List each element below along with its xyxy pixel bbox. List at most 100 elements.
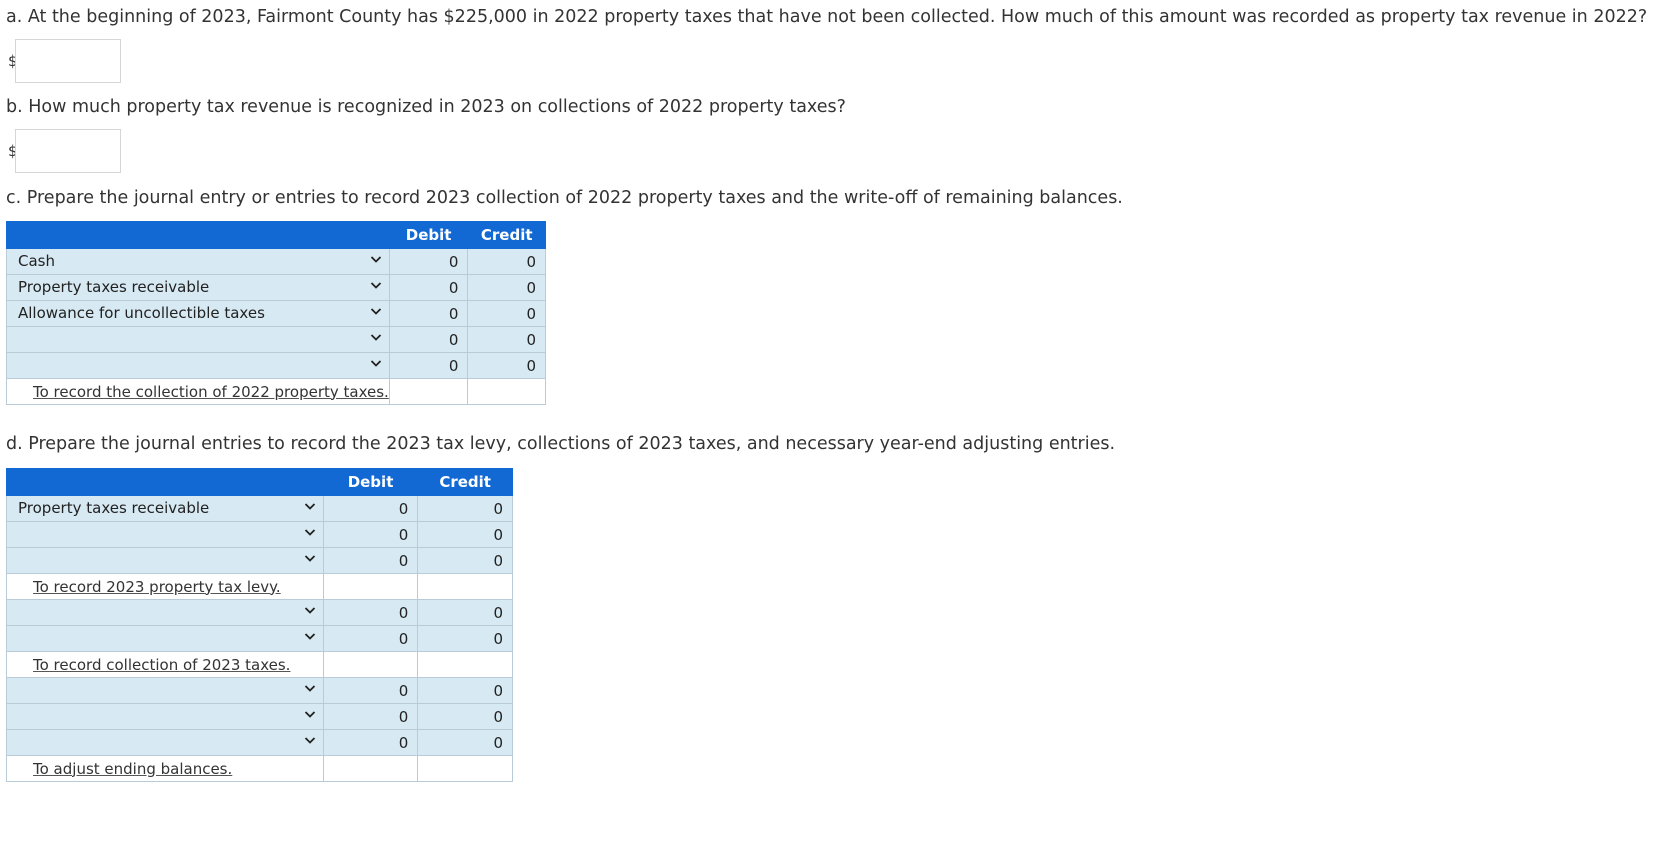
account-select[interactable] — [6, 599, 324, 626]
credit-header: Credit — [417, 468, 513, 496]
empty-cell — [322, 573, 419, 600]
journal-table-c: Debit Credit Cash 0 0 Property taxes rec… — [6, 221, 546, 405]
chevron-down-icon[interactable] — [303, 525, 317, 539]
empty-cell — [417, 651, 513, 678]
entry-note[interactable]: To record 2023 property tax levy. — [33, 578, 281, 596]
account-select[interactable]: Property taxes receivable — [6, 495, 324, 522]
account-select[interactable] — [6, 352, 390, 379]
debit-cell[interactable]: 0 — [322, 625, 419, 652]
credit-cell[interactable]: 0 — [467, 274, 546, 301]
entry-note-cell: To record collection of 2023 taxes. — [6, 651, 324, 678]
empty-cell — [417, 573, 513, 600]
chevron-down-icon[interactable] — [369, 330, 383, 344]
chevron-down-icon[interactable] — [303, 629, 317, 643]
answer-a-input[interactable] — [15, 39, 121, 83]
entry-note-row: To record the collection of 2022 propert… — [6, 378, 546, 405]
journal-row: 0 0 — [6, 599, 513, 626]
entry-note-cell: To record 2023 property tax levy. — [6, 573, 324, 600]
account-select[interactable]: Property taxes receivable — [6, 274, 390, 301]
account-name: Cash — [18, 252, 55, 270]
credit-cell[interactable]: 0 — [467, 248, 546, 275]
entry-note-row: To record 2023 property tax levy. — [6, 573, 513, 600]
account-select[interactable] — [6, 625, 324, 652]
chevron-down-icon[interactable] — [369, 278, 383, 292]
debit-header: Debit — [388, 221, 469, 249]
entry-note[interactable]: To adjust ending balances. — [33, 760, 232, 778]
journal-row: 0 0 — [6, 729, 513, 756]
account-name: Property taxes receivable — [18, 278, 210, 296]
debit-cell[interactable]: 0 — [388, 300, 469, 327]
question-d: d. Prepare the journal entries to record… — [6, 434, 1116, 454]
debit-cell[interactable]: 0 — [322, 547, 419, 574]
debit-cell[interactable]: 0 — [388, 352, 469, 379]
empty-cell — [467, 378, 546, 405]
journal-row: 0 0 — [6, 625, 513, 652]
account-select[interactable] — [6, 547, 324, 574]
chevron-down-icon[interactable] — [369, 356, 383, 370]
debit-cell[interactable]: 0 — [322, 703, 419, 730]
debit-header: Debit — [322, 468, 419, 496]
question-a: a. At the beginning of 2023, Fairmont Co… — [6, 7, 1648, 27]
question-c: c. Prepare the journal entry or entries … — [6, 188, 1123, 208]
credit-cell[interactable]: 0 — [417, 625, 513, 652]
account-name: Allowance for uncollectible taxes — [18, 304, 265, 322]
credit-cell[interactable]: 0 — [417, 547, 513, 574]
credit-cell[interactable]: 0 — [417, 729, 513, 756]
journal-row: 0 0 — [6, 677, 513, 704]
account-select[interactable] — [6, 703, 324, 730]
debit-cell[interactable]: 0 — [322, 677, 419, 704]
empty-cell — [322, 651, 419, 678]
credit-cell[interactable]: 0 — [467, 300, 546, 327]
account-select[interactable] — [6, 521, 324, 548]
debit-cell[interactable]: 0 — [322, 729, 419, 756]
entry-note-row: To adjust ending balances. — [6, 755, 513, 782]
credit-cell[interactable]: 0 — [467, 352, 546, 379]
account-name: Property taxes receivable — [18, 499, 210, 517]
chevron-down-icon[interactable] — [303, 681, 317, 695]
account-header — [6, 468, 324, 496]
credit-cell[interactable]: 0 — [417, 703, 513, 730]
credit-cell[interactable]: 0 — [417, 677, 513, 704]
journal-row: Property taxes receivable 0 0 — [6, 274, 546, 301]
journal-row: Cash 0 0 — [6, 248, 546, 275]
chevron-down-icon[interactable] — [303, 733, 317, 747]
answer-b-input[interactable] — [15, 129, 121, 173]
account-select[interactable] — [6, 326, 390, 353]
debit-cell[interactable]: 0 — [322, 495, 419, 522]
debit-cell[interactable]: 0 — [322, 521, 419, 548]
chevron-down-icon[interactable] — [303, 551, 317, 565]
debit-cell[interactable]: 0 — [388, 248, 469, 275]
chevron-down-icon[interactable] — [369, 252, 383, 266]
chevron-down-icon[interactable] — [303, 603, 317, 617]
account-select[interactable] — [6, 677, 324, 704]
journal-row: 0 0 — [6, 352, 546, 379]
credit-cell[interactable]: 0 — [417, 521, 513, 548]
chevron-down-icon[interactable] — [303, 707, 317, 721]
journal-row: 0 0 — [6, 521, 513, 548]
account-select[interactable] — [6, 729, 324, 756]
journal-row: Allowance for uncollectible taxes 0 0 — [6, 300, 546, 327]
credit-cell[interactable]: 0 — [417, 495, 513, 522]
empty-cell — [417, 755, 513, 782]
credit-header: Credit — [467, 221, 546, 249]
journal-row: 0 0 — [6, 547, 513, 574]
chevron-down-icon[interactable] — [303, 499, 317, 513]
debit-cell[interactable]: 0 — [388, 326, 469, 353]
credit-cell[interactable]: 0 — [417, 599, 513, 626]
empty-cell — [388, 378, 469, 405]
debit-cell[interactable]: 0 — [388, 274, 469, 301]
entry-note-row: To record collection of 2023 taxes. — [6, 651, 513, 678]
chevron-down-icon[interactable] — [369, 304, 383, 318]
account-select[interactable]: Cash — [6, 248, 390, 275]
entry-note[interactable]: To record collection of 2023 taxes. — [33, 656, 290, 674]
credit-cell[interactable]: 0 — [467, 326, 546, 353]
journal-row: Property taxes receivable 0 0 — [6, 495, 513, 522]
entry-note[interactable]: To record the collection of 2022 propert… — [33, 383, 389, 401]
account-header — [6, 221, 390, 249]
debit-cell[interactable]: 0 — [322, 599, 419, 626]
empty-cell — [322, 755, 419, 782]
question-b: b. How much property tax revenue is reco… — [6, 97, 846, 117]
account-select[interactable]: Allowance for uncollectible taxes — [6, 300, 390, 327]
entry-note-cell: To record the collection of 2022 propert… — [6, 378, 390, 405]
journal-row: 0 0 — [6, 326, 546, 353]
